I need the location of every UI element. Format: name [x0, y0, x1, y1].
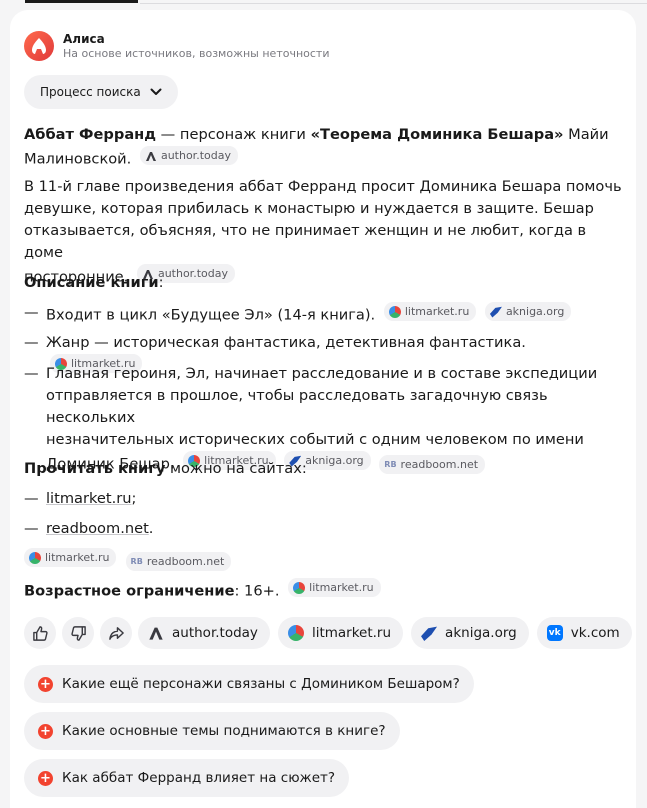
list-item: — litmarket.ru; — [24, 488, 624, 510]
plus-icon: + — [38, 676, 53, 692]
source-button-akniga[interactable]: akniga.org — [411, 617, 529, 649]
suggestion-button[interactable]: + Какие основные темы поднимаются в книг… — [24, 712, 400, 750]
vk-icon: vk — [546, 625, 563, 641]
suggestion-label: Какие основные темы поднимаются в книге? — [62, 723, 386, 739]
author-today-icon — [149, 627, 163, 640]
readboom-icon: RB — [384, 459, 397, 469]
age-restriction: Возрастное ограничение: 16+. litmarket.r… — [24, 578, 381, 603]
summary-line: отказывается, объясняя, что не принимает… — [24, 222, 587, 261]
litmarket-icon — [388, 305, 401, 318]
plus-icon: + — [38, 723, 53, 739]
read-heading-rest: можно на сайтах: — [165, 460, 307, 477]
read-heading-text: Прочитать книгу — [24, 460, 166, 477]
tab-divider — [140, 3, 647, 4]
akniga-icon — [489, 306, 502, 318]
link-litmarket[interactable]: litmarket.ru — [46, 490, 132, 507]
author-today-icon — [145, 151, 156, 161]
list-item: — readboom.net. — [24, 518, 624, 540]
list-item-text: отправляется в прошлое, чтобы расследова… — [46, 387, 548, 426]
source-button-vk[interactable]: vk vk.com — [536, 617, 632, 649]
source-chip-akniga[interactable]: akniga.org — [484, 302, 572, 321]
alice-logo-icon — [24, 31, 54, 61]
active-tab-indicator — [25, 0, 138, 3]
subject-name: Аббат Ферранд — [24, 126, 157, 143]
list-item-text: незначительных исторических событий с од… — [46, 431, 584, 448]
source-chip-readboom[interactable]: RB readboom.net — [379, 455, 486, 474]
dislike-button[interactable] — [62, 617, 94, 649]
assistant-disclaimer: На основе источников, возможны неточност… — [63, 46, 330, 60]
assistant-header: Алиса На основе источников, возможны нет… — [24, 28, 329, 64]
litmarket-icon — [293, 581, 306, 594]
plus-icon: + — [38, 770, 53, 786]
source-chip-litmarket[interactable]: litmarket.ru — [383, 302, 477, 321]
source-button-label: akniga.org — [445, 625, 517, 641]
dash: — — [24, 334, 39, 351]
description-heading-text: Описание книги — [24, 274, 159, 291]
top-tab-bar — [0, 0, 647, 5]
source-button-label: vk.com — [570, 625, 620, 641]
answer-card: Алиса На основе источников, возможны нет… — [10, 10, 636, 808]
list-item-text: Жанр — историческая фантастика, детектив… — [46, 334, 526, 351]
chip-label: litmarket.ru — [45, 551, 110, 564]
punctuation: ; — [131, 490, 137, 507]
punctuation: . — [148, 520, 154, 537]
source-chip-litmarket[interactable]: litmarket.ru — [288, 578, 381, 597]
chip-label: akniga.org — [305, 454, 364, 467]
book-title: «Теорема Доминика Бешара» — [310, 126, 564, 143]
age-heading: Возрастное ограничение — [24, 582, 235, 600]
source-button-author-today[interactable]: author.today — [138, 617, 270, 649]
suggestion-label: Как аббат Ферранд влияет на сюжет? — [62, 770, 336, 786]
chip-label: litmarket.ru — [404, 305, 470, 318]
chip-label: readboom.net — [146, 555, 225, 568]
akniga-icon — [421, 626, 438, 641]
search-process-button[interactable]: Процесс поиска — [24, 75, 178, 109]
source-button-label: litmarket.ru — [311, 625, 392, 641]
suggestion-button[interactable]: + Какие ещё персонажи связаны с Доминико… — [24, 665, 474, 703]
chevron-down-icon — [150, 88, 162, 95]
readboom-icon: RB — [130, 556, 143, 566]
like-button[interactable] — [24, 617, 56, 649]
source-chip-litmarket[interactable]: litmarket.ru — [24, 548, 117, 567]
description-heading: Описание книги: — [24, 272, 164, 294]
source-chip-readboom[interactable]: RB readboom.net — [125, 552, 232, 571]
chip-label: author.today — [160, 149, 231, 162]
summary-line: девушке, которая прибилась к монастырю и… — [24, 200, 594, 217]
assistant-name: Алиса — [63, 31, 105, 46]
list-item-text: Главная героиня, Эл, начинает расследова… — [46, 365, 598, 382]
list-item-text: Входит в цикл «Будущее Эл» (14-я книга). — [46, 306, 376, 324]
dash: — — [24, 520, 39, 537]
chip-label: akniga.org — [505, 305, 565, 318]
read-heading: Прочитать книгу можно на сайтах: — [24, 458, 307, 480]
chip-label: readboom.net — [400, 458, 479, 471]
source-button-litmarket[interactable]: litmarket.ru — [277, 617, 404, 649]
thumbs-down-icon — [70, 625, 86, 641]
chip-label: litmarket.ru — [309, 581, 374, 594]
dash: — — [24, 365, 39, 382]
age-value: : 16+. — [234, 582, 280, 600]
action-bar: author.today litmarket.ru akniga.org vk … — [24, 617, 636, 649]
link-readboom[interactable]: readboom.net — [46, 520, 149, 537]
source-chip-author-today[interactable]: author.today — [139, 146, 238, 165]
thumbs-up-icon — [32, 625, 48, 641]
share-button[interactable] — [100, 617, 132, 649]
chip-label: author.today — [157, 267, 228, 280]
share-icon — [108, 626, 124, 640]
author-text: Майи — [563, 126, 609, 143]
list-item: — Входит в цикл «Будущее Эл» (14-я книга… — [24, 302, 624, 327]
read-sources: litmarket.ru RB readboom.net — [20, 548, 232, 572]
dash: — — [24, 304, 39, 321]
suggestion-button[interactable]: + Как аббат Ферранд влияет на сюжет? — [24, 759, 350, 797]
search-process-label: Процесс поиска — [40, 85, 141, 99]
litmarket-icon — [287, 625, 304, 641]
litmarket-icon — [29, 551, 41, 564]
summary-line: В 11-й главе произведения аббат Ферранд … — [24, 178, 622, 195]
colon: : — [158, 274, 164, 291]
source-button-label: author.today — [172, 625, 258, 641]
dash: — — [24, 490, 39, 507]
intro-paragraph: Аббат Ферранд — персонаж книги «Теорема … — [24, 124, 624, 171]
suggestion-label: Какие ещё персонажи связаны с Домиником … — [62, 676, 460, 692]
author-text-cont: Малиновской. — [24, 150, 132, 168]
intro-text: — персонаж книги — [156, 126, 311, 143]
